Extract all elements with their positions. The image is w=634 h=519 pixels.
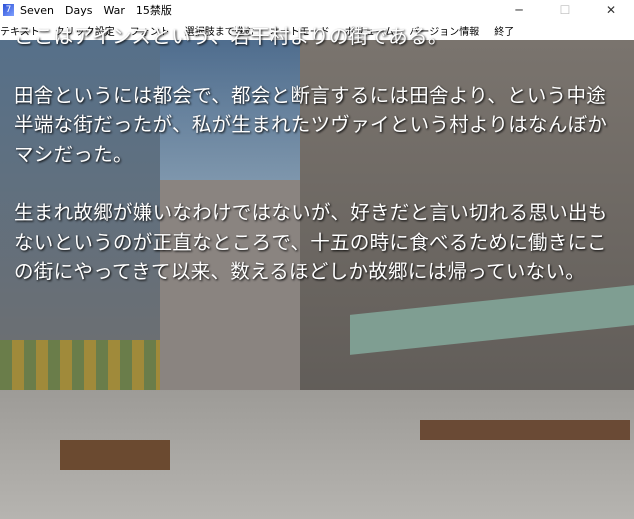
story-paragraph-1: ここはアインスという、若干村よりの街である。 — [14, 25, 448, 48]
close-button[interactable]: ✕ — [588, 0, 634, 20]
story-paragraph-3: 生まれ故郷が嫌いなわけではないが、好きだと言い切れる思い出もないというのが正直な… — [14, 201, 608, 283]
minimize-button[interactable]: ─ — [496, 0, 542, 20]
title-bar: 7 Seven Days War 15禁版 ─ ☐ ✕ — [0, 0, 634, 20]
maximize-button[interactable]: ☐ — [542, 0, 588, 20]
story-paragraph-2: 田舎というには都会で、都会と断言するには田舎より、という中途半端な街だったが、私… — [14, 83, 608, 166]
cart — [60, 440, 170, 470]
bench — [420, 420, 630, 440]
window-title: Seven Days War 15禁版 — [20, 4, 172, 17]
app-icon: 7 — [3, 4, 14, 16]
story-text: ここはアインスという、若干村よりの街である。 田舎というには都会で、都会と断言す… — [14, 22, 624, 287]
